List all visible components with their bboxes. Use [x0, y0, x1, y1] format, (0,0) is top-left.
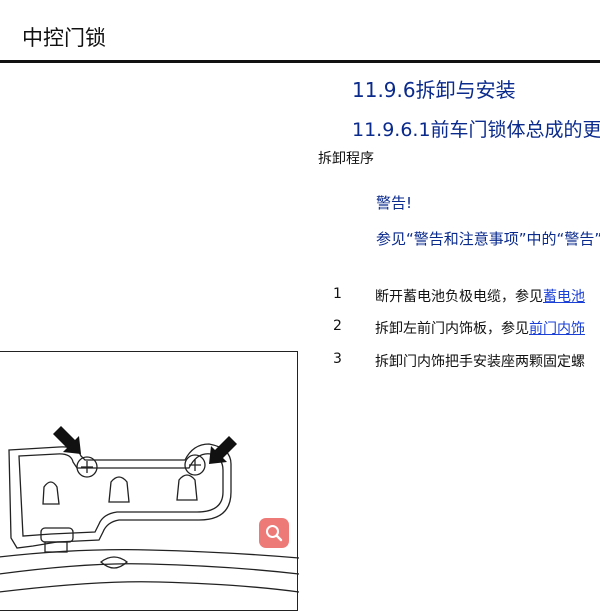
- step-description: 拆卸左前门内饰板，参见: [375, 321, 529, 337]
- warning-title: 警告!: [376, 194, 413, 212]
- step-link[interactable]: 蓄电池: [543, 289, 585, 305]
- step-text: 拆卸左前门内饰板，参见前门内饰: [375, 318, 585, 338]
- door-panel-figure: [0, 351, 300, 611]
- arrow-icon: [53, 426, 237, 464]
- section-subheading: 11.9.6.1前车门锁体总成的更: [352, 119, 600, 141]
- page-header-title: 中控门锁: [22, 26, 106, 50]
- step-number: 1: [333, 286, 342, 302]
- step-text: 断开蓄电池负极电缆，参见蓄电池: [375, 286, 585, 306]
- magnifier-icon: [266, 525, 283, 542]
- procedure-label: 拆卸程序: [318, 151, 374, 167]
- step-description: 拆卸门内饰把手安装座两颗固定螺: [375, 354, 585, 370]
- zoom-button[interactable]: [259, 518, 289, 548]
- header-divider: [0, 60, 600, 63]
- step-description: 断开蓄电池负极电缆，参见: [375, 289, 543, 305]
- step-link[interactable]: 前门内饰: [529, 321, 585, 337]
- step-number: 2: [333, 318, 342, 334]
- step-text: 拆卸门内饰把手安装座两颗固定螺: [375, 351, 585, 371]
- warning-text: 参见“警告和注意事项”中的“警告”。: [376, 230, 600, 248]
- step-number: 3: [333, 351, 342, 367]
- section-heading: 11.9.6拆卸与安装: [352, 78, 516, 102]
- door-handle-mount-diagram: [0, 426, 300, 593]
